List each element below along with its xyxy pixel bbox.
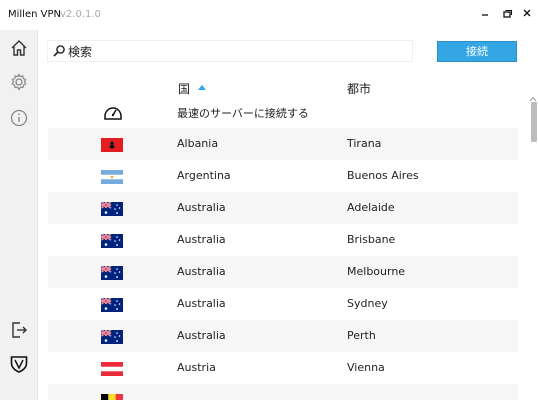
minimize-icon xyxy=(482,14,488,16)
logout-icon xyxy=(12,322,27,338)
server-list: 最速のサーバーに接続する Albania Tirana Argentina Bu… xyxy=(48,96,518,400)
server-city: Brisbane xyxy=(347,233,396,246)
search-icon xyxy=(53,45,65,57)
restore-button[interactable] xyxy=(496,4,518,24)
list-scrollbar[interactable] xyxy=(528,96,538,400)
australia-flag xyxy=(101,266,123,280)
shield-icon xyxy=(10,356,28,373)
server-country: Australia xyxy=(177,297,226,310)
server-city: Melbourne xyxy=(347,265,406,278)
server-row-australia-perth[interactable]: Australia Perth xyxy=(48,320,518,352)
scrollbar-thumb[interactable] xyxy=(531,102,537,142)
server-row-australia-sydney[interactable]: Australia Sydney xyxy=(48,288,518,320)
server-country: Australia xyxy=(177,233,226,246)
title-bar: Millen VPN v2.0.1.0 xyxy=(0,0,538,30)
speedometer-icon xyxy=(104,107,122,120)
sort-ascending-icon xyxy=(198,85,207,90)
server-row-albania-tirana[interactable]: Albania Tirana xyxy=(48,128,518,160)
server-country: Australia xyxy=(177,201,226,214)
sidebar-item-shield[interactable] xyxy=(9,354,29,374)
info-icon xyxy=(10,109,28,127)
server-city: Tirana xyxy=(347,137,382,150)
column-header-country-label: 国 xyxy=(178,82,191,96)
server-row-australia-melbourne[interactable]: Australia Melbourne xyxy=(48,256,518,288)
argentina-flag xyxy=(101,170,123,184)
australia-flag xyxy=(101,330,123,344)
sidebar-item-home[interactable] xyxy=(9,38,29,58)
column-header-country[interactable]: 国 xyxy=(178,80,207,97)
server-city: Vienna xyxy=(347,361,385,374)
albania-flag xyxy=(101,138,123,152)
sidebar-item-settings[interactable] xyxy=(9,72,29,92)
home-icon xyxy=(11,40,27,56)
restore-icon xyxy=(503,9,513,18)
minimize-button[interactable] xyxy=(474,4,496,24)
gear-icon xyxy=(11,73,27,91)
australia-flag xyxy=(101,202,123,216)
server-country: Austria xyxy=(177,361,216,374)
server-country: Argentina xyxy=(177,169,231,182)
fastest-server-row[interactable]: 最速のサーバーに接続する xyxy=(48,96,518,128)
server-city: Buenos Aires xyxy=(347,169,419,182)
australia-flag xyxy=(101,234,123,248)
close-icon xyxy=(523,9,531,17)
server-row-belgium[interactable] xyxy=(48,384,518,400)
connect-button[interactable]: 接続 xyxy=(437,41,517,62)
austria-flag xyxy=(101,362,123,376)
search-input[interactable] xyxy=(68,44,398,58)
sidebar xyxy=(0,30,38,400)
search-box[interactable] xyxy=(47,40,413,62)
belgium-flag xyxy=(101,394,123,400)
server-city: Perth xyxy=(347,329,376,342)
server-country: Albania xyxy=(177,137,219,150)
sidebar-item-logout[interactable] xyxy=(9,320,29,340)
server-city: Sydney xyxy=(347,297,388,310)
app-version: v2.0.1.0 xyxy=(60,9,101,20)
australia-flag xyxy=(101,298,123,312)
server-row-australia-adelaide[interactable]: Australia Adelaide xyxy=(48,192,518,224)
fastest-server-label: 最速のサーバーに接続する xyxy=(177,107,309,120)
close-button[interactable] xyxy=(516,4,538,24)
app-title: Millen VPN xyxy=(8,9,61,20)
server-city: Adelaide xyxy=(347,201,395,214)
server-row-argentina-buenos-aires[interactable]: Argentina Buenos Aires xyxy=(48,160,518,192)
server-country: Australia xyxy=(177,329,226,342)
column-header-city[interactable]: 都市 xyxy=(347,80,371,97)
sidebar-item-info[interactable] xyxy=(9,108,29,128)
server-country: Australia xyxy=(177,265,226,278)
server-row-australia-brisbane[interactable]: Australia Brisbane xyxy=(48,224,518,256)
server-row-austria-vienna[interactable]: Austria Vienna xyxy=(48,352,518,384)
